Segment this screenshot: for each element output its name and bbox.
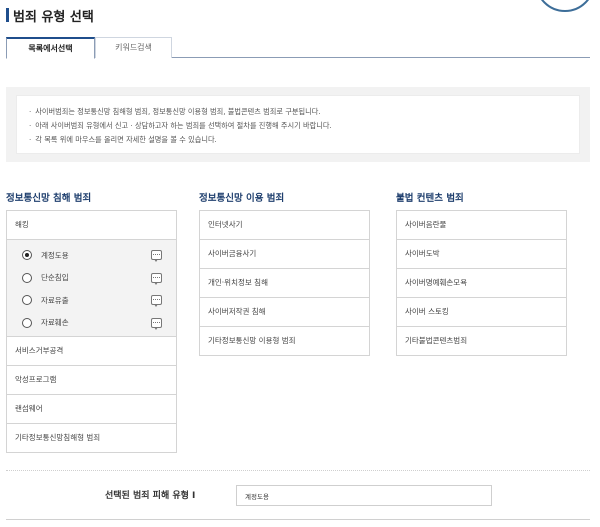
notice-line: · 사이버범죄는 정보통신망 침해형 범죄, 정보통신망 이용형 범죄, 불법콘텐…	[29, 105, 567, 119]
notice-text: 각 목록 위에 마우스를 올리면 자세한 설명을 볼 수 있습니다.	[35, 135, 217, 144]
radio-icon[interactable]	[22, 272, 32, 283]
tab-keyword-search[interactable]: 키워드검색	[95, 37, 172, 58]
tab-bar: 목록에서선택 키워드검색	[6, 37, 590, 59]
column-usage: 정보통신망 이용 범죄 인터넷사기 사이버금융사기 개인·위치정보 침해 사이버…	[199, 191, 370, 356]
selected-type-row: 선택된 범죄 피해 유형 I	[0, 485, 600, 507]
category-item[interactable]: 기타정보통신망침해형 범죄	[7, 424, 176, 453]
notice-line: · 아래 사이버범죄 유형에서 신고 · 상담하고자 하는 범죄를 선택하여 절차…	[29, 119, 567, 133]
notice-inner: · 사이버범죄는 정보통신망 침해형 범죄, 정보통신망 이용형 범죄, 불법콘텐…	[16, 95, 580, 154]
sub-option-data-damage[interactable]: 자료훼손	[7, 312, 176, 335]
category-item[interactable]: 사이버저작권 침해	[200, 298, 369, 327]
category-item[interactable]: 사이버금융사기	[200, 240, 369, 269]
decorative-circle	[535, 0, 595, 12]
column-title: 불법 컨텐츠 범죄	[396, 193, 464, 204]
notice-box: · 사이버범죄는 정보통신망 침해형 범죄, 정보통신망 이용형 범죄, 불법콘텐…	[6, 87, 590, 162]
chat-bubble-icon[interactable]	[151, 295, 162, 307]
sub-option-label: 계정도용	[41, 250, 69, 260]
chat-bubble-icon[interactable]	[151, 250, 162, 262]
column-title: 정보통신망 이용 범죄	[199, 193, 285, 204]
category-list: 해킹 계정도용 단순침입 자료유출 자료훼손 서비스거부공격 악성프로그램 랜섬…	[6, 210, 177, 453]
category-item[interactable]: 사이버도박	[397, 240, 566, 269]
chat-bubble-icon[interactable]	[151, 317, 162, 330]
page-title: 범죄 유형 선택	[6, 6, 94, 25]
page-title-text: 범죄 유형 선택	[13, 9, 94, 25]
selected-type-field[interactable]	[236, 485, 492, 506]
divider	[6, 519, 590, 520]
category-item[interactable]: 서비스거부공격	[7, 337, 176, 366]
category-item[interactable]: 기타정보통신망 이용형 범죄	[200, 327, 369, 356]
sub-option-simple-intrusion[interactable]: 단순침입	[7, 267, 176, 290]
category-item[interactable]: 랜섬웨어	[7, 395, 176, 424]
radio-icon[interactable]	[22, 295, 32, 306]
radio-icon[interactable]	[22, 317, 32, 328]
selected-type-label: 선택된 범죄 피해 유형 I	[105, 491, 196, 501]
notice-line: · 각 목록 위에 마우스를 올리면 자세한 설명을 볼 수 있습니다.	[29, 133, 567, 147]
bullet-icon: ·	[29, 135, 32, 144]
divider	[6, 470, 590, 471]
column-intrusion: 정보통신망 침해 범죄 해킹 계정도용 단순침입 자료유출 자료훼손 서비스거부…	[6, 191, 177, 453]
category-item[interactable]: 사이버명예훼손모욕	[397, 269, 566, 298]
category-item[interactable]: 사이버 스토킹	[397, 298, 566, 327]
sub-option-label: 자료훼손	[41, 318, 69, 328]
notice-text: 아래 사이버범죄 유형에서 신고 · 상담하고자 하는 범죄를 선택하여 절차를…	[35, 121, 332, 130]
sub-option-data-leak[interactable]: 자료유출	[7, 289, 176, 312]
radio-checked-icon[interactable]	[22, 250, 32, 261]
category-item[interactable]: 기타불법콘텐츠범죄	[397, 327, 566, 356]
category-item[interactable]: 인터넷사기	[200, 211, 369, 240]
tab-list-select[interactable]: 목록에서선택	[6, 37, 95, 59]
bullet-icon: ·	[29, 107, 32, 116]
category-item[interactable]: 사이버음란물	[397, 211, 566, 240]
category-item[interactable]: 개인·위치정보 침해	[200, 269, 369, 298]
column-title: 정보통신망 침해 범죄	[6, 193, 92, 204]
notice-text: 사이버범죄는 정보통신망 침해형 범죄, 정보통신망 이용형 범죄, 불법콘텐츠…	[35, 107, 321, 116]
category-list: 인터넷사기 사이버금융사기 개인·위치정보 침해 사이버저작권 침해 기타정보통…	[199, 210, 370, 356]
category-item-hacking[interactable]: 해킹	[7, 211, 176, 240]
chat-bubble-icon[interactable]	[151, 272, 162, 285]
title-accent-bar	[6, 8, 9, 22]
sub-option-label: 단순침입	[41, 273, 69, 283]
hacking-sub-options: 계정도용 단순침입 자료유출 자료훼손	[7, 240, 176, 337]
column-illegal-content: 불법 컨텐츠 범죄 사이버음란물 사이버도박 사이버명예훼손모욕 사이버 스토킹…	[396, 191, 567, 356]
category-list: 사이버음란물 사이버도박 사이버명예훼손모욕 사이버 스토킹 기타불법콘텐츠범죄	[396, 210, 567, 356]
category-item[interactable]: 악성프로그램	[7, 366, 176, 395]
bullet-icon: ·	[29, 121, 32, 130]
sub-option-label: 자료유출	[41, 295, 69, 305]
sub-option-account-theft[interactable]: 계정도용	[7, 244, 176, 267]
